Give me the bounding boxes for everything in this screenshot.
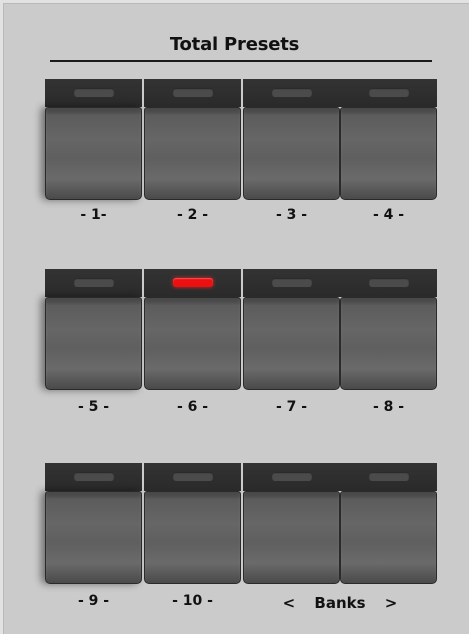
led-indicator [173, 472, 213, 481]
preset-4 [340, 79, 437, 200]
preset-label: - 7 - [275, 399, 308, 415]
title-divider [50, 60, 432, 62]
led-indicator [74, 278, 114, 287]
led-indicator [272, 278, 312, 287]
preset-pad-button[interactable] [243, 107, 340, 200]
led-strip [45, 463, 142, 491]
banks-control: < Banks > [243, 594, 437, 612]
led-strip [243, 463, 340, 491]
banks-label: Banks [314, 594, 366, 612]
preset-pad-button[interactable] [45, 491, 142, 584]
led-indicator [272, 472, 312, 481]
led-strip [243, 79, 340, 107]
preset-pad-button[interactable] [243, 297, 340, 390]
led-indicator [369, 88, 409, 97]
preset-2 [144, 79, 241, 200]
preset-label: - 2 - [176, 207, 209, 223]
led-strip [340, 463, 437, 491]
led-indicator-active [173, 278, 213, 287]
preset-pad-button[interactable] [144, 297, 241, 390]
led-strip [340, 79, 437, 107]
led-strip [45, 269, 142, 297]
led-strip [243, 269, 340, 297]
preset-label: - 6 - [176, 399, 209, 415]
preset-5 [45, 269, 142, 390]
preset-8 [340, 269, 437, 390]
led-indicator [173, 88, 213, 97]
preset-1 [45, 79, 142, 200]
preset-label: - 4 - [372, 207, 405, 223]
preset-pad-button[interactable] [45, 107, 142, 200]
led-indicator [74, 472, 114, 481]
led-strip [144, 463, 241, 491]
led-strip [144, 269, 241, 297]
preset-pad-button[interactable] [340, 297, 437, 390]
preset-label: - 8 - [372, 399, 405, 415]
led-strip [45, 79, 142, 107]
preset-label: - 3 - [275, 207, 308, 223]
preset-10 [144, 463, 241, 584]
preset-7 [243, 269, 340, 390]
preset-12 [340, 463, 437, 584]
preset-9 [45, 463, 142, 584]
led-strip [340, 269, 437, 297]
preset-pad-button[interactable] [144, 491, 241, 584]
preset-pad-button[interactable] [144, 107, 241, 200]
preset-label: - 10 - [172, 593, 213, 609]
banks-next-button[interactable]: > [371, 594, 412, 612]
banks-prev-button[interactable]: < [269, 594, 310, 612]
preset-label: - 9 - [77, 593, 110, 609]
led-indicator [74, 88, 114, 97]
preset-pad-button[interactable] [340, 107, 437, 200]
preset-pad-button[interactable] [45, 297, 142, 390]
led-indicator [369, 278, 409, 287]
led-strip [144, 79, 241, 107]
led-indicator [369, 472, 409, 481]
panel-title: Total Presets [169, 34, 300, 55]
led-indicator [272, 88, 312, 97]
preset-pad-button[interactable] [340, 491, 437, 584]
preset-11 [243, 463, 340, 584]
preset-3 [243, 79, 340, 200]
preset-6 [144, 269, 241, 390]
preset-label: - 5 - [77, 399, 110, 415]
preset-pad-button[interactable] [243, 491, 340, 584]
preset-label: - 1- [80, 207, 107, 223]
